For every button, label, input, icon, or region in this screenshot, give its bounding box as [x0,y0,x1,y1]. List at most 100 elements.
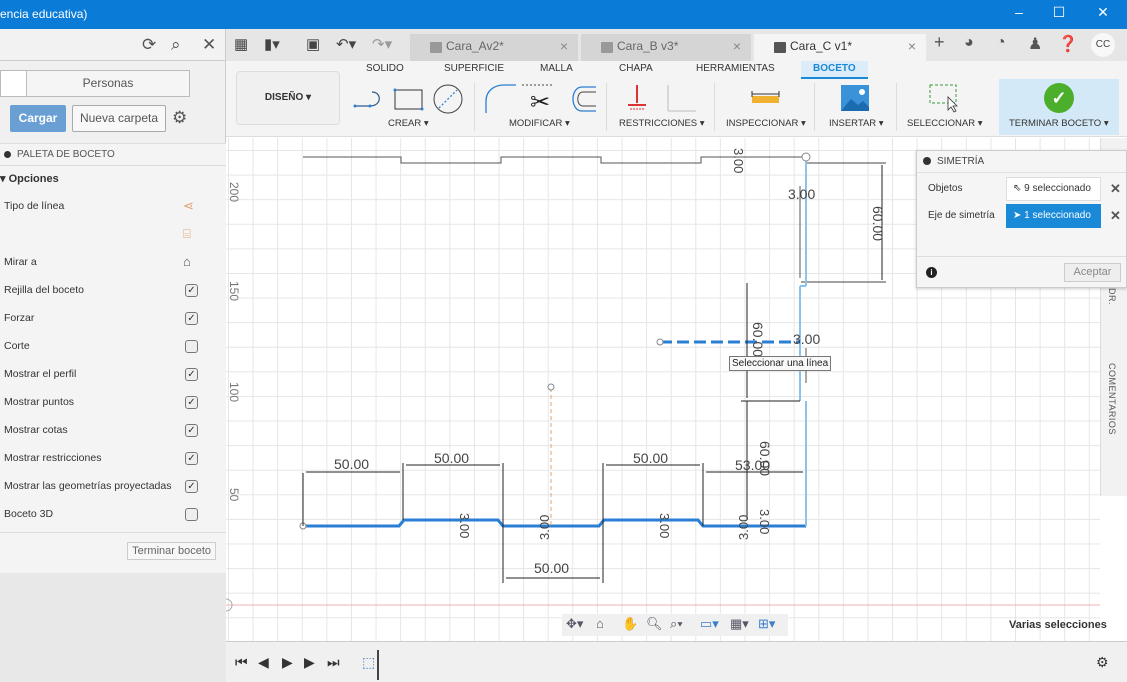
side-tab-comments[interactable]: COMENTARIOS [1107,363,1117,435]
pan-hand-icon[interactable]: ✋ [622,616,638,632]
workspace-selector[interactable]: DISEÑO ▾ [236,71,340,125]
play-icon[interactable]: ▶ [282,654,293,671]
tab-project[interactable] [1,71,27,96]
upload-button[interactable]: Cargar [10,105,66,132]
undo-icon[interactable]: ↶▾ [336,35,356,53]
measure-icon[interactable] [751,91,781,105]
checkbox[interactable]: ✓ [185,368,198,381]
display-settings-icon[interactable]: ▭▾ [700,616,719,632]
dialog-header[interactable]: SIMETRÍA [917,151,1126,173]
checkbox[interactable]: ✓ [185,424,198,437]
new-tab-icon[interactable]: + [934,32,945,53]
sketch-profile-bottom[interactable] [303,518,806,528]
objects-selector[interactable]: ⇖ 9 seleccionado [1006,177,1101,201]
refresh-icon[interactable]: ⟳ [142,35,156,55]
doc-tab[interactable]: Cara_Av2* × [410,34,578,61]
checkbox[interactable]: ✓ [185,284,198,297]
checkbox[interactable]: ✓ [185,452,198,465]
zoom-icon[interactable]: 🔍︎ [646,616,663,632]
side-tab-browser[interactable]: DR. [1107,288,1117,305]
dimension-label[interactable]: 3.00 [736,515,751,540]
dimension-label[interactable]: 3.00 [731,148,746,173]
dimension-label[interactable]: 3.00 [657,513,672,538]
checkbox[interactable]: ✓ [185,480,198,493]
fit-icon[interactable]: ⌕▾ [670,616,683,632]
select-window-icon[interactable] [929,83,959,113]
file-icon[interactable]: ▮▾ [264,35,280,53]
tab-people[interactable]: Personas [27,71,189,96]
group-crear[interactable]: CREAR ▾ [388,118,429,129]
palette-header[interactable]: PALETA DE BOCETO [0,144,226,166]
dimension-label[interactable]: 50.00 [334,456,369,472]
apps-grid-icon[interactable]: ▦ [234,35,248,53]
gear-icon[interactable]: ⚙ [172,108,187,128]
job-status-icon[interactable]: ◔ [996,34,1006,52]
avatar[interactable]: CC [1091,33,1115,57]
fix-constraint-icon[interactable] [628,85,646,110]
close-tab-icon[interactable]: × [733,34,741,59]
tab-herramientas[interactable]: HERRAMIENTAS [696,63,775,74]
close-tab-icon[interactable]: × [560,34,568,59]
clear-axis-icon[interactable]: ✕ [1110,208,1121,224]
sketch-point[interactable] [547,383,555,391]
previous-step-icon[interactable]: ◀ [258,654,269,671]
save-icon[interactable]: ▣ [306,35,320,53]
ok-button[interactable]: Aceptar [1064,263,1121,282]
dimension-label[interactable]: 50.00 [633,450,668,466]
tab-chapa[interactable]: CHAPA [619,63,653,74]
sketch-point[interactable] [801,152,811,162]
insert-image-icon[interactable] [841,85,869,111]
dimension-label[interactable]: 3.00 [457,513,472,538]
rectangle-icon[interactable] [393,88,424,111]
dimension-label[interactable]: 60.00 [750,322,766,357]
notifications-icon[interactable]: ♟ [1028,34,1042,54]
centerline-icon[interactable]: ⌸ [183,220,191,248]
dimension-label[interactable]: 50.00 [434,450,469,466]
last-step-icon[interactable]: ⏭ [327,654,340,671]
extensions-icon[interactable]: ◕ [964,34,974,52]
checkbox[interactable] [185,340,198,353]
fillet-icon[interactable] [485,84,516,113]
doc-tab[interactable]: Cara_B v3* × [581,34,751,61]
arc-line-icon[interactable] [353,91,380,108]
offset-icon[interactable] [572,86,596,112]
tab-superficie[interactable]: SUPERFICIE [444,63,504,74]
finish-sketch-button[interactable]: Terminar boceto [127,542,216,560]
look-at-icon[interactable]: ⌂ [596,616,604,631]
dimension-label[interactable]: 3.00 [793,331,820,347]
look-at-icon[interactable]: ⌂ [183,248,191,276]
checkbox[interactable] [185,508,198,521]
group-modificar[interactable]: MODIFICAR ▾ [509,118,570,129]
checkbox[interactable]: ✓ [185,312,198,325]
close-button[interactable]: ✕ [1088,4,1118,24]
group-inspeccionar[interactable]: INSPECCIONAR ▾ [726,118,806,129]
dimension-label[interactable]: 3.00 [788,186,815,202]
close-panel-icon[interactable]: ✕ [202,35,216,55]
first-step-icon[interactable]: ⏮ [235,654,248,671]
sketch-point[interactable] [656,338,664,346]
coincident-icon[interactable] [667,85,696,112]
viewports-icon[interactable]: ⊞▾ [758,616,775,632]
dimension-label[interactable]: 60.00 [870,206,886,241]
axis-selector[interactable]: ➤ 1 seleccionado [1006,204,1101,228]
tab-boceto[interactable]: BOCETO [801,61,868,79]
help-icon[interactable]: ❓ [1058,34,1078,54]
new-folder-button[interactable]: Nueva carpeta [72,105,166,132]
checkbox[interactable]: ✓ [185,396,198,409]
grid-settings-icon[interactable]: ▦▾ [730,616,749,632]
timeline-settings-icon[interactable]: ⚙ [1096,654,1109,671]
tab-solido[interactable]: SOLIDO [366,63,404,74]
close-tab-icon[interactable]: × [908,34,916,59]
circle-icon[interactable] [433,84,463,114]
search-icon[interactable]: ⌕ [171,35,181,55]
options-header[interactable]: ▾ Opciones [0,166,226,192]
maximize-button[interactable]: ☐ [1044,4,1074,24]
next-step-icon[interactable]: ▶ [304,654,315,671]
redo-icon[interactable]: ↷▾ [372,35,392,53]
finish-sketch-ribbon-button[interactable]: ✓ TERMINAR BOCETO ▾ [999,79,1119,135]
dimension-label[interactable]: 3.00 [537,515,552,540]
clear-objects-icon[interactable]: ✕ [1110,181,1121,197]
group-insertar[interactable]: INSERTAR ▾ [829,118,884,129]
construction-line-icon[interactable]: ⋖ [183,192,194,220]
doc-tab-active[interactable]: Cara_C v1* × [754,34,926,61]
